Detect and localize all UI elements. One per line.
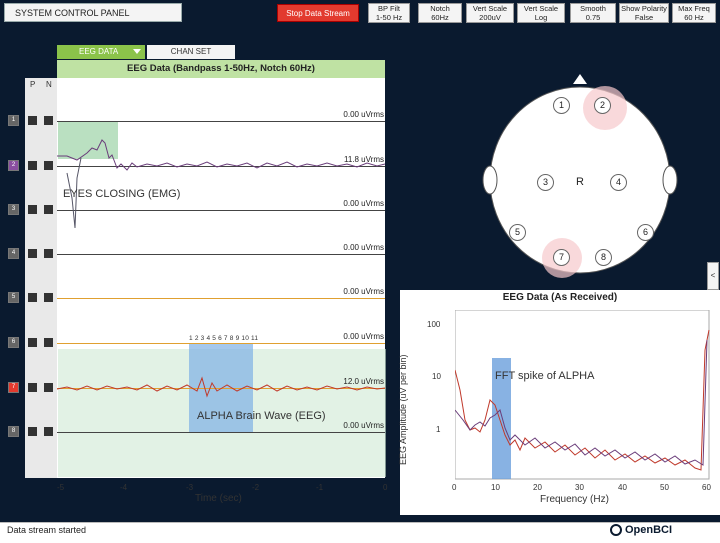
channel-8-n-toggle[interactable] (44, 427, 53, 436)
control-label: Show Polarity (621, 4, 667, 13)
fft-x-axis-label: Frequency (Hz) (540, 494, 609, 505)
channel-7-p-toggle[interactable] (28, 383, 37, 392)
vert-scale-log-button[interactable]: Vert Scale Log (517, 3, 565, 23)
fft-plot (455, 310, 710, 480)
fft-y-axis-label: EEG Amplitude (uV per bin) (398, 354, 408, 465)
tab-chan-set[interactable]: CHAN SET (147, 45, 235, 59)
x-tick: 10 (491, 483, 500, 492)
pn-strip (25, 78, 57, 478)
x-tick: -4 (120, 483, 128, 492)
nose-icon (573, 74, 587, 84)
control-value: Log (534, 13, 548, 22)
smooth-button[interactable]: Smooth 0.75 (570, 3, 616, 23)
channel-4-n-toggle[interactable] (44, 249, 53, 258)
show-polarity-button[interactable]: Show Polarity False (619, 3, 669, 23)
eeg-panel-header: EEG Data (Bandpass 1-50Hz, Notch 60Hz) (57, 60, 385, 78)
channel-6-n-toggle[interactable] (44, 338, 53, 347)
control-label: BP Filt (378, 4, 400, 13)
x-tick: -5 (57, 483, 65, 492)
control-value: 60 Hz (684, 13, 704, 22)
channel-toggle-7[interactable]: 7 (8, 382, 19, 393)
collapse-panel-button[interactable]: < (707, 262, 719, 290)
dropdown-arrow-icon[interactable] (133, 49, 141, 54)
control-label: Vert Scale (472, 4, 508, 13)
electrode-2[interactable]: 2 (594, 97, 611, 114)
trace-channel-2 (57, 139, 385, 171)
fft-annotation: FFT spike of ALPHA (495, 370, 595, 382)
channel-toggle-8[interactable]: 8 (8, 426, 19, 437)
control-label: Notch (430, 4, 450, 13)
bp-filter-button[interactable]: BP Filt 1-50 Hz (368, 3, 410, 23)
trace-channel-7 (57, 376, 385, 398)
channel-2-p-toggle[interactable] (28, 161, 37, 170)
openbci-logo: OpenBCI (625, 524, 673, 536)
channel-1-n-toggle[interactable] (44, 116, 53, 125)
status-message: Data stream started (7, 525, 87, 535)
reference-label: R (576, 176, 584, 188)
right-ear-icon (662, 165, 678, 195)
channel-toggle-5[interactable]: 5 (8, 292, 19, 303)
x-tick: 30 (575, 483, 584, 492)
channel-toggle-2[interactable]: 2 (8, 160, 19, 171)
electrode-7[interactable]: 7 (553, 249, 570, 266)
control-value: 0.75 (585, 13, 601, 22)
x-tick: 60 (702, 483, 711, 492)
y-tick: 100 (427, 320, 441, 329)
electrode-3[interactable]: 3 (537, 174, 554, 191)
channel-7-n-toggle[interactable] (44, 383, 53, 392)
channel-toggle-1[interactable]: 1 (8, 115, 19, 126)
control-value: False (634, 13, 654, 22)
column-p-label: P (30, 80, 36, 89)
control-label: Vert Scale (523, 4, 559, 13)
control-value: 200uV (479, 13, 501, 22)
electrode-8[interactable]: 8 (595, 249, 612, 266)
electrode-6[interactable]: 6 (637, 224, 654, 241)
x-tick: 20 (533, 483, 542, 492)
fft-title: EEG Data (As Received) (502, 292, 618, 303)
vert-scale-button[interactable]: Vert Scale 200uV (466, 3, 514, 23)
x-axis-label: Time (sec) (195, 493, 242, 504)
channel-3-n-toggle[interactable] (44, 205, 53, 214)
channel-3-p-toggle[interactable] (28, 205, 37, 214)
notch-button[interactable]: Notch 60Hz (418, 3, 462, 23)
left-ear-icon (482, 165, 498, 195)
control-value: 1-50 Hz (375, 13, 403, 22)
channel-toggle-3[interactable]: 3 (8, 204, 19, 215)
channel-2-n-toggle[interactable] (44, 161, 53, 170)
channel-5-n-toggle[interactable] (44, 293, 53, 302)
x-tick: 50 (660, 483, 669, 492)
channel-5-p-toggle[interactable] (28, 293, 37, 302)
max-freq-button[interactable]: Max Freq 60 Hz (672, 3, 716, 23)
channel-toggle-4[interactable]: 4 (8, 248, 19, 259)
y-tick: 1 (436, 425, 441, 434)
x-tick: 40 (618, 483, 627, 492)
channel-8-p-toggle[interactable] (28, 427, 37, 436)
channel-4-p-toggle[interactable] (28, 249, 37, 258)
channel-6-p-toggle[interactable] (28, 338, 37, 347)
channel-1-p-toggle[interactable] (28, 116, 37, 125)
y-tick: 10 (432, 372, 441, 381)
control-label: Max Freq (678, 4, 710, 13)
annotation-alpha-wave: ALPHA Brain Wave (EEG) (197, 410, 326, 422)
head-plot (482, 74, 678, 278)
control-label: Smooth (580, 4, 606, 13)
electrode-1[interactable]: 1 (553, 97, 570, 114)
openbci-logo-icon (610, 524, 622, 536)
tab-eeg-data[interactable]: EEG DATA (57, 45, 145, 59)
electrode-4[interactable]: 4 (610, 174, 627, 191)
x-tick: 0 (452, 483, 457, 492)
x-tick: -3 (186, 483, 194, 492)
x-tick: -1 (316, 483, 324, 492)
electrode-5[interactable]: 5 (509, 224, 526, 241)
annotation-eyes-closing: EYES CLOSING (EMG) (63, 188, 181, 200)
column-n-label: N (46, 80, 52, 89)
x-tick: 0 (383, 483, 388, 492)
stop-data-stream-button[interactable]: Stop Data Stream (277, 4, 359, 22)
x-tick: -2 (252, 483, 260, 492)
control-value: 60Hz (431, 13, 449, 22)
channel-toggle-6[interactable]: 6 (8, 337, 19, 348)
system-control-panel-button[interactable]: SYSTEM CONTROL PANEL (4, 3, 182, 22)
